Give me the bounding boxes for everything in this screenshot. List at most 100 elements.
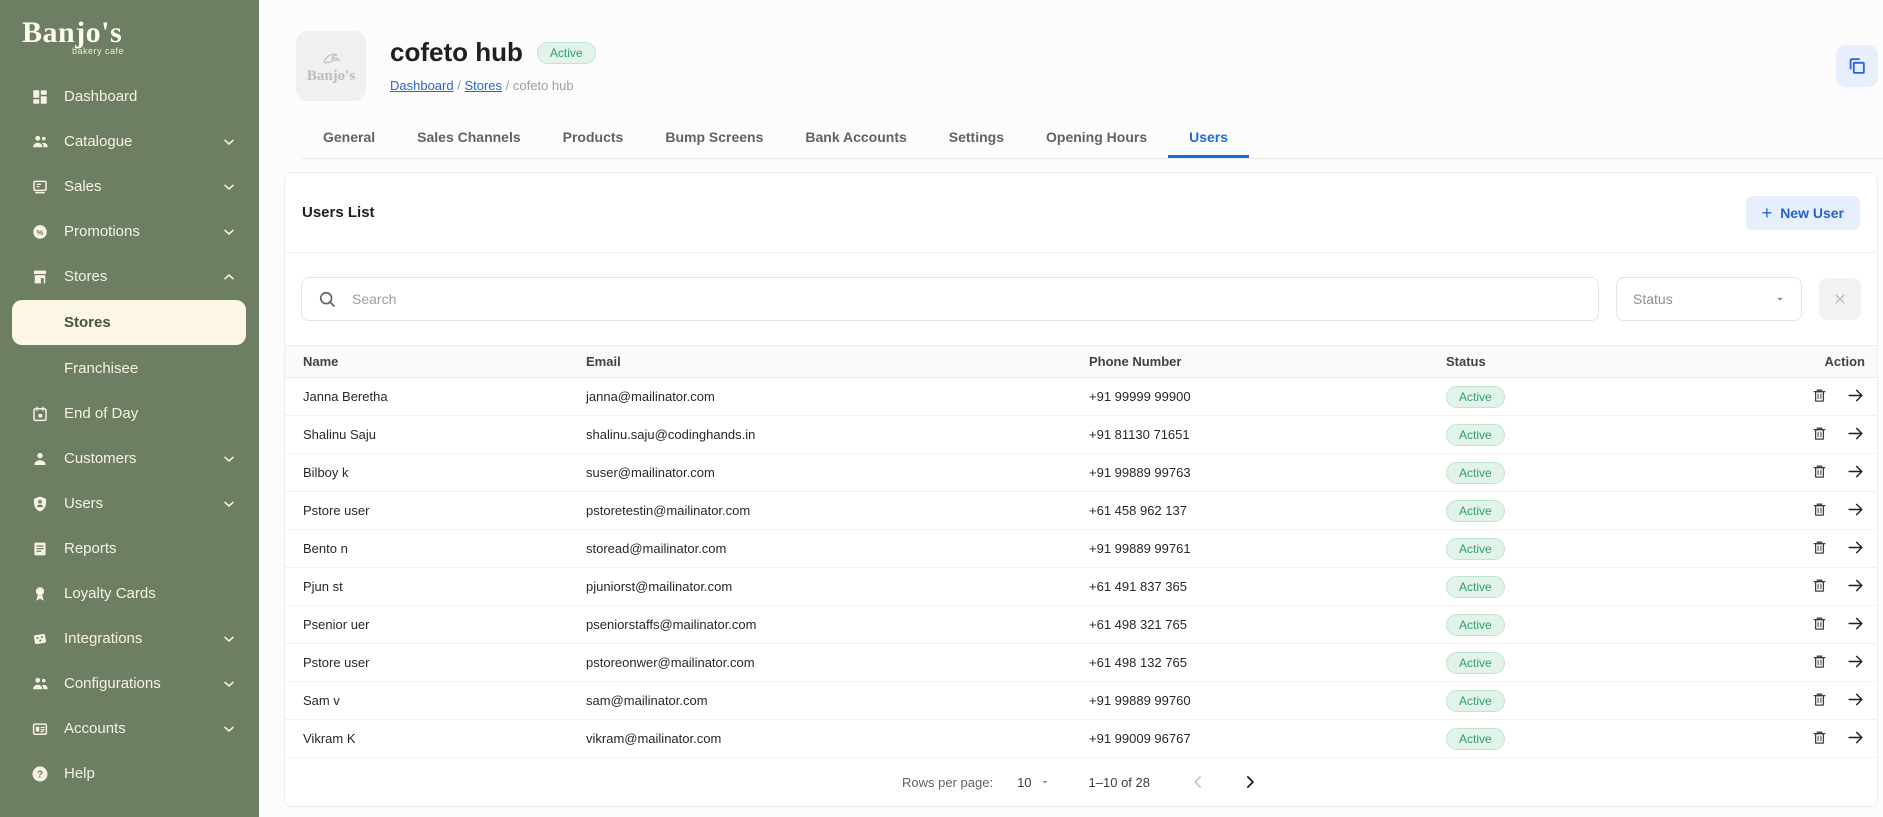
sidebar-item-label: Integrations <box>64 630 143 647</box>
trash-icon <box>1811 501 1828 518</box>
sidebar-item-users[interactable]: Users <box>0 481 259 526</box>
sidebar-item-customers[interactable]: Customers <box>0 436 259 481</box>
users-list-card: Users List + New User Status <box>284 172 1878 807</box>
cell-email: suser@mailinator.com <box>568 453 1071 492</box>
cell-email: pseniorstaffs@mailinator.com <box>568 605 1071 644</box>
delete-user-button[interactable] <box>1811 387 1828 404</box>
sidebar-nav: Dashboard Catalogue Sales % Promotions S… <box>0 74 259 796</box>
open-user-button[interactable] <box>1846 690 1865 709</box>
copy-icon <box>1846 55 1868 77</box>
breadcrumb-separator: / <box>505 78 513 93</box>
delete-user-button[interactable] <box>1811 615 1828 632</box>
table-row: Bento n storead@mailinator.com +91 99889… <box>285 529 1877 568</box>
chevron-down-icon <box>221 676 237 692</box>
sidebar-item-configurations[interactable]: Configurations <box>0 661 259 706</box>
cell-status: Active <box>1428 719 1758 758</box>
chevron-down-icon <box>221 224 237 240</box>
delete-user-button[interactable] <box>1811 577 1828 594</box>
open-user-button[interactable] <box>1846 462 1865 481</box>
cell-status: Active <box>1428 681 1758 720</box>
plus-icon: + <box>1761 202 1773 223</box>
next-page-button[interactable] <box>1240 772 1260 792</box>
sidebar-item-stores[interactable]: Stores <box>0 254 259 299</box>
tab-opening-hours[interactable]: Opening Hours <box>1025 119 1168 158</box>
open-user-button[interactable] <box>1846 538 1865 557</box>
cell-phone: +91 99889 99763 <box>1071 453 1428 492</box>
tab-general[interactable]: General <box>302 119 396 158</box>
sidebar-item-label: Configurations <box>64 675 161 692</box>
delete-user-button[interactable] <box>1811 501 1828 518</box>
arrow-right-icon <box>1846 614 1865 633</box>
sidebar-item-sales[interactable]: Sales <box>0 164 259 209</box>
delete-user-button[interactable] <box>1811 539 1828 556</box>
svg-text:?: ? <box>37 769 43 780</box>
table-row: Sam v sam@mailinator.com +91 99889 99760… <box>285 681 1877 720</box>
breadcrumb-link-dashboard[interactable]: Dashboard <box>390 78 454 93</box>
trash-icon <box>1811 653 1828 670</box>
sidebar-item-dashboard[interactable]: Dashboard <box>0 74 259 119</box>
configurations-icon <box>30 674 50 694</box>
sidebar-item-accounts[interactable]: Accounts <box>0 706 259 751</box>
main-content: Banjo's cofeto hub Active Dashboard / St… <box>259 0 1883 817</box>
status-filter-select[interactable]: Status <box>1616 277 1802 321</box>
arrow-right-icon <box>1846 576 1865 595</box>
open-user-button[interactable] <box>1846 652 1865 671</box>
delete-user-button[interactable] <box>1811 729 1828 746</box>
sidebar-item-reports[interactable]: Reports <box>0 526 259 571</box>
arrow-right-icon <box>1846 538 1865 557</box>
delete-user-button[interactable] <box>1811 653 1828 670</box>
previous-page-button[interactable] <box>1188 772 1208 792</box>
tab-bump-screens[interactable]: Bump Screens <box>644 119 784 158</box>
trash-icon <box>1811 577 1828 594</box>
accounts-icon <box>30 719 50 739</box>
caret-down-icon <box>1773 292 1787 306</box>
sidebar-item-catalogue[interactable]: Catalogue <box>0 119 259 164</box>
open-user-button[interactable] <box>1846 500 1865 519</box>
sidebar-item-promotions[interactable]: % Promotions <box>0 209 259 254</box>
cell-phone: +91 99999 99900 <box>1071 377 1428 416</box>
tab-users[interactable]: Users <box>1168 119 1250 158</box>
cell-name: Pstore user <box>285 491 568 530</box>
store-logo-text: Banjo's <box>306 67 356 84</box>
status-badge: Active <box>1446 727 1505 750</box>
cell-email: pstoreonwer@mailinator.com <box>568 643 1071 682</box>
sidebar-subitem-franchisee[interactable]: Franchisee <box>0 346 259 391</box>
delete-user-button[interactable] <box>1811 425 1828 442</box>
tab-sales-channels[interactable]: Sales Channels <box>396 119 542 158</box>
copy-button[interactable] <box>1836 45 1878 87</box>
clear-filters-button[interactable] <box>1819 278 1861 320</box>
stores-icon <box>30 267 50 287</box>
tab-products[interactable]: Products <box>542 119 645 158</box>
open-user-button[interactable] <box>1846 386 1865 405</box>
open-user-button[interactable] <box>1846 576 1865 595</box>
cell-name: Pjun st <box>285 567 568 606</box>
sidebar-item-label: Catalogue <box>64 133 133 150</box>
open-user-button[interactable] <box>1846 614 1865 633</box>
open-user-button[interactable] <box>1846 424 1865 443</box>
search-box <box>301 277 1599 321</box>
sidebar-item-help[interactable]: ? Help <box>0 751 259 796</box>
cell-status: Active <box>1428 643 1758 682</box>
cell-name: Bento n <box>285 529 568 568</box>
cell-name: Janna Beretha <box>285 377 568 416</box>
tab-bank-accounts[interactable]: Bank Accounts <box>784 119 927 158</box>
delete-user-button[interactable] <box>1811 463 1828 480</box>
dashboard-icon <box>30 87 50 107</box>
sidebar: Banjo's bakery cafe Dashboard Catalogue … <box>0 0 259 817</box>
table-row: Pstore user pstoretestin@mailinator.com … <box>285 491 1877 530</box>
sidebar-item-end-of-day[interactable]: End of Day <box>0 391 259 436</box>
sidebar-subitem-stores[interactable]: Stores <box>12 300 246 345</box>
new-user-button[interactable]: + New User <box>1745 195 1860 230</box>
breadcrumb-link-stores[interactable]: Stores <box>464 78 502 93</box>
column-header-status: Status <box>1428 345 1758 378</box>
sidebar-item-loyalty-cards[interactable]: Loyalty Cards <box>0 571 259 616</box>
search-input[interactable] <box>301 277 1599 321</box>
sidebar-item-integrations[interactable]: Integrations <box>0 616 259 661</box>
page-title: cofeto hub <box>390 37 523 67</box>
users-shield-icon <box>30 494 50 514</box>
sidebar-item-label: Customers <box>64 450 137 467</box>
open-user-button[interactable] <box>1846 728 1865 747</box>
tab-settings[interactable]: Settings <box>928 119 1025 158</box>
delete-user-button[interactable] <box>1811 691 1828 708</box>
rows-per-page-select[interactable]: 10 <box>1017 775 1050 790</box>
